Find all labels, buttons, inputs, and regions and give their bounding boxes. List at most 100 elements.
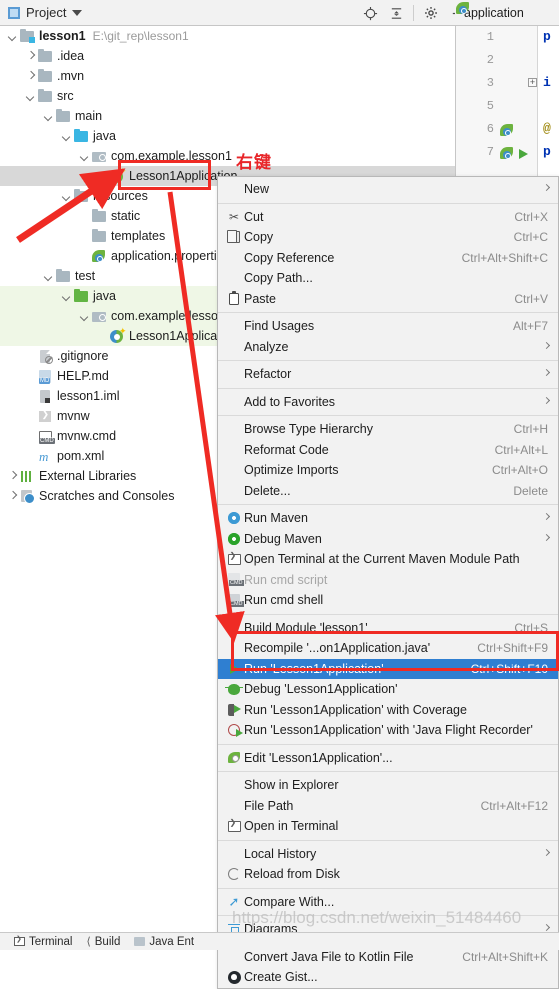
- chevron-down-icon[interactable]: [72, 9, 83, 16]
- menu-item-local-history[interactable]: Local History: [218, 844, 558, 865]
- menu-item-reformat-code[interactable]: Reformat Code Ctrl+Alt+L: [218, 440, 558, 461]
- menu-item-browse-type-hierarchy[interactable]: Browse Type Hierarchy Ctrl+H: [218, 419, 558, 440]
- menu-item-run-lesson1application-with-coverage[interactable]: Run 'Lesson1Application' with Coverage: [218, 700, 558, 721]
- menu-item-analyze[interactable]: Analyze: [218, 337, 558, 358]
- tree-node-java[interactable]: java: [0, 126, 455, 146]
- tree-node-src[interactable]: src: [0, 86, 455, 106]
- menu-item-copy-path[interactable]: Copy Path...: [218, 268, 558, 289]
- chevron-down-icon[interactable]: [60, 130, 73, 143]
- coverage-icon: [228, 703, 241, 716]
- gear-icon[interactable]: [419, 0, 443, 26]
- tree-node-idea[interactable]: .idea: [0, 46, 455, 66]
- code-token: p: [543, 29, 551, 44]
- editor-tab-application[interactable]: application: [455, 0, 559, 26]
- menu-item-refactor[interactable]: Refactor: [218, 364, 558, 385]
- menu-separator: [218, 743, 558, 745]
- menu-item-shortcut: Ctrl+Alt+Shift+C: [461, 250, 548, 265]
- menu-item-shortcut: Ctrl+Alt+F12: [480, 798, 548, 813]
- menu-item-debug-maven[interactable]: Debug Maven: [218, 529, 558, 550]
- tree-node-lesson1[interactable]: lesson1 E:\git_rep\lesson1: [0, 26, 455, 46]
- chevron-right-icon[interactable]: [24, 50, 37, 63]
- tree-node-com-example-lesson1[interactable]: com.example.lesson1: [0, 146, 455, 166]
- tree-node-mvn[interactable]: .mvn: [0, 66, 455, 86]
- menu-item-icon: [224, 868, 244, 881]
- maven-icon: m: [39, 449, 49, 464]
- menu-item-run-maven[interactable]: Run Maven: [218, 508, 558, 529]
- menu-item-file-path[interactable]: File Path Ctrl+Alt+F12: [218, 796, 558, 817]
- tree-node-label: lesson1: [39, 29, 86, 43]
- menu-item-icon: [224, 683, 244, 695]
- source-folder-icon: [73, 128, 89, 144]
- menu-item-copy[interactable]: Copy Ctrl+C: [218, 227, 558, 248]
- tree-node-main[interactable]: main: [0, 106, 455, 126]
- menu-item-shortcut: Ctrl+Alt+O: [491, 463, 548, 478]
- chevron-down-icon[interactable]: [6, 30, 19, 43]
- github-icon: [227, 970, 241, 984]
- folder-icon: [91, 208, 107, 224]
- tree-node-path: E:\git_rep\lesson1: [92, 29, 189, 43]
- chevron-down-icon[interactable]: [24, 90, 37, 103]
- menu-item-run-lesson1application[interactable]: Run 'Lesson1Application' Ctrl+Shift+F10: [218, 658, 558, 679]
- spring-bean-gutter-icon[interactable]: [500, 124, 514, 137]
- menu-item-reload-from-disk[interactable]: Reload from Disk: [218, 864, 558, 885]
- collapse-all-icon[interactable]: [384, 0, 408, 26]
- menu-item-create-gist[interactable]: Create Gist...: [218, 967, 558, 988]
- statusbar-item-terminal[interactable]: Terminal: [14, 935, 72, 948]
- menu-item-label: Run 'Lesson1Application' with Coverage: [244, 702, 467, 717]
- menu-item-find-usages[interactable]: Find Usages Alt+F7: [218, 316, 558, 337]
- menu-item-run-cmd-shell[interactable]: CMD Run cmd shell: [218, 590, 558, 611]
- menu-item-label: Debug Maven: [244, 531, 322, 546]
- menu-item-label: Recompile '...on1Application.java': [244, 641, 431, 656]
- chevron-right-icon[interactable]: [6, 470, 19, 483]
- chevron-right-icon[interactable]: [24, 70, 37, 83]
- menu-item-cut[interactable]: ✂ Cut Ctrl+X: [218, 207, 558, 228]
- menu-separator: [218, 415, 558, 416]
- chevron-right-icon[interactable]: [6, 490, 19, 503]
- run-gutter-icon[interactable]: [519, 149, 528, 159]
- menu-item-run-lesson1application-with-java-flight-recorder[interactable]: Run 'Lesson1Application' with 'Java Flig…: [218, 720, 558, 741]
- debug-icon: [225, 683, 243, 695]
- menu-item-recompile-on1application-java[interactable]: Recompile '...on1Application.java' Ctrl+S…: [218, 638, 558, 659]
- statusbar-item-java-ee[interactable]: Java Ent: [134, 936, 194, 948]
- chevron-down-icon[interactable]: [60, 190, 73, 203]
- menu-item-add-to-favorites[interactable]: Add to Favorites: [218, 392, 558, 413]
- fold-expand-icon[interactable]: +: [528, 78, 537, 87]
- menu-item-optimize-imports[interactable]: Optimize Imports Ctrl+Alt+O: [218, 460, 558, 481]
- menu-item-paste[interactable]: Paste Ctrl+V: [218, 289, 558, 310]
- context-menu[interactable]: New ✂ Cut Ctrl+X Copy Ctrl+C Copy Reference Ctr…: [217, 176, 559, 989]
- menu-item-label: Copy Reference: [244, 250, 335, 265]
- chevron-down-icon[interactable]: [60, 290, 73, 303]
- menu-item-label: File Path: [244, 798, 294, 813]
- project-tool-window-button[interactable]: Project: [0, 0, 90, 26]
- chevron-down-icon[interactable]: [78, 310, 91, 323]
- chevron-down-icon[interactable]: [42, 270, 55, 283]
- menu-item-open-terminal-at-the-current-maven-module-path[interactable]: Open Terminal at the Current Maven Modul…: [218, 549, 558, 570]
- chevron-down-icon[interactable]: [42, 110, 55, 123]
- menu-item-delete[interactable]: Delete... Delete: [218, 481, 558, 502]
- menu-item-build-module-lesson1[interactable]: Build Module 'lesson1' Ctrl+S: [218, 618, 558, 639]
- menu-item-show-in-explorer[interactable]: Show in Explorer: [218, 775, 558, 796]
- menu-item-icon: CMD: [224, 573, 244, 587]
- spring-boot-gutter-icon[interactable]: [500, 147, 514, 160]
- menu-item-shortcut: Ctrl+V: [514, 291, 548, 306]
- right-click-annotation: 右键: [236, 153, 272, 173]
- spring-class-icon: ✦: [109, 327, 127, 344]
- menu-item-shortcut: Ctrl+Alt+L: [494, 442, 548, 457]
- menu-item-edit-lesson1application[interactable]: Edit 'Lesson1Application'...: [218, 748, 558, 769]
- iml-icon: [37, 388, 53, 404]
- menu-item-debug-lesson1application[interactable]: Debug 'Lesson1Application': [218, 679, 558, 700]
- toolbar-icon-group: [358, 0, 469, 26]
- menu-item-open-in-terminal[interactable]: Open in Terminal: [218, 816, 558, 837]
- menu-item-copy-reference[interactable]: Copy Reference Ctrl+Alt+Shift+C: [218, 248, 558, 269]
- menu-item-shortcut: Ctrl+X: [514, 209, 548, 224]
- locate-icon[interactable]: [358, 0, 382, 26]
- menu-item-shortcut: Delete: [513, 483, 548, 498]
- statusbar-item-build[interactable]: ⟨ Build: [86, 935, 120, 949]
- menu-item-new[interactable]: New: [218, 179, 558, 200]
- cmd-script-icon: CMD: [228, 573, 244, 587]
- chevron-down-icon[interactable]: [78, 150, 91, 163]
- menu-item-icon: ✂: [224, 210, 244, 224]
